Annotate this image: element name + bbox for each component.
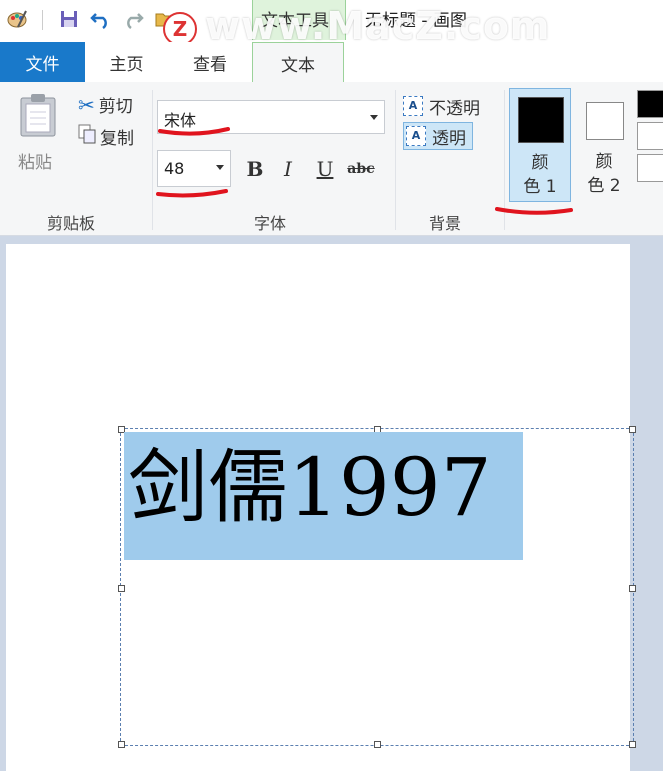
annotation-underline-font-name	[158, 127, 230, 136]
annotation-underline-font-size	[156, 189, 228, 198]
annotation-layer	[156, 127, 573, 215]
annotation-underline-color1	[495, 207, 573, 215]
